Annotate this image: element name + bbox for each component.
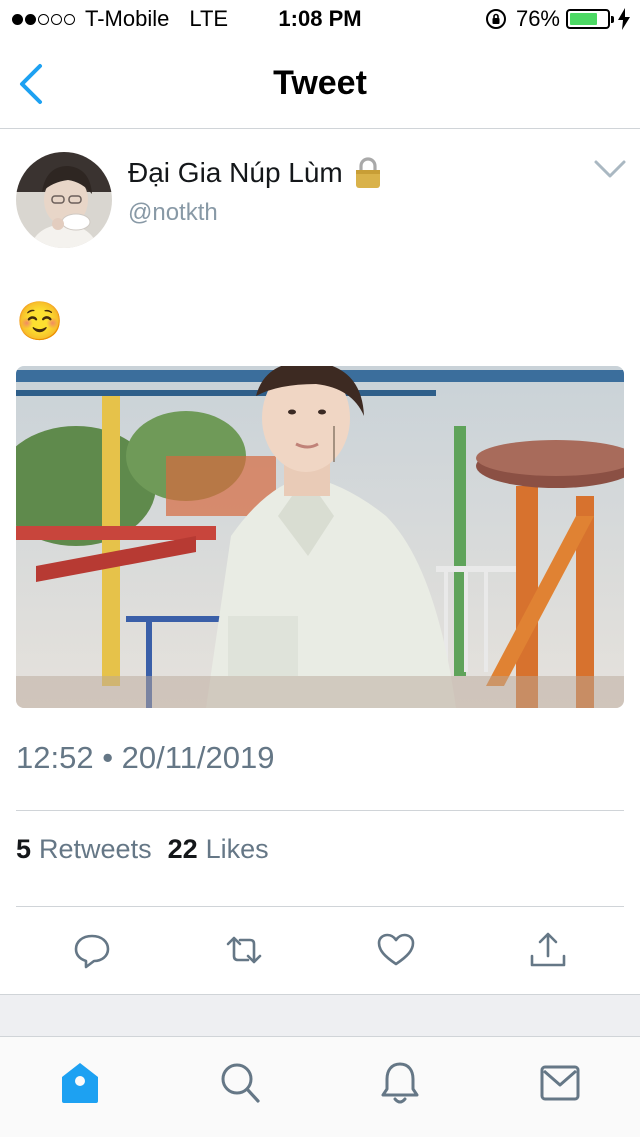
- author-name-text: Đại Gia Núp Lùm: [128, 157, 343, 188]
- navigation-bar: Tweet: [0, 40, 640, 129]
- tweet-photo[interactable]: [16, 366, 624, 708]
- home-icon[interactable]: [58, 1059, 102, 1107]
- charging-bolt-icon: [618, 8, 630, 30]
- tweet-timestamp: 12:52 • 20/11/2019: [16, 740, 275, 775]
- divider: [16, 810, 624, 811]
- retweets-count[interactable]: 5: [16, 834, 31, 865]
- reply-icon[interactable]: [72, 930, 112, 970]
- mail-icon[interactable]: [538, 1059, 582, 1107]
- likes-label[interactable]: Likes: [206, 834, 269, 865]
- retweets-label[interactable]: Retweets: [39, 834, 152, 865]
- page-title: Tweet: [273, 64, 367, 102]
- search-icon[interactable]: [218, 1059, 262, 1107]
- retweet-icon[interactable]: [224, 930, 264, 970]
- content-spacer: [0, 994, 640, 1037]
- status-bar: T-Mobile LTE 1:08 PM 76%: [0, 0, 640, 40]
- likes-count[interactable]: 22: [168, 834, 198, 865]
- battery-icon: [566, 9, 614, 29]
- lock-icon: [355, 157, 380, 188]
- bell-icon[interactable]: [378, 1059, 422, 1107]
- divider: [16, 906, 624, 907]
- share-icon[interactable]: [528, 930, 568, 970]
- tweet-stats: 5 Retweets 22 Likes: [16, 834, 285, 865]
- author-display-name[interactable]: Đại Gia Núp Lùm: [128, 156, 383, 190]
- heart-icon[interactable]: [376, 930, 416, 970]
- orientation-lock-icon: [485, 9, 506, 29]
- status-right: 76%: [484, 6, 630, 32]
- chevron-down-icon[interactable]: [592, 156, 628, 182]
- tweet-text: ☺️: [16, 301, 64, 343]
- tab-bar: [0, 1036, 640, 1137]
- author-handle[interactable]: @notkth: [128, 199, 218, 227]
- avatar[interactable]: [16, 152, 112, 248]
- battery-percent: 76%: [515, 6, 560, 31]
